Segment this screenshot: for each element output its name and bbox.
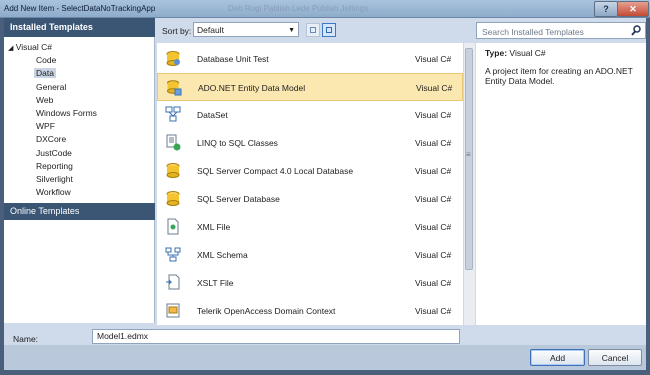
xslt-file-icon <box>166 274 180 290</box>
close-button[interactable]: ✕ <box>617 1 649 17</box>
tree-item-reporting[interactable]: Reporting <box>8 161 97 174</box>
template-language: Visual C# <box>415 138 452 148</box>
template-name: DataSet <box>197 110 228 120</box>
template-row-xml-file[interactable]: XML File Visual C# <box>157 213 463 241</box>
telerik-context-icon <box>166 303 180 318</box>
template-tree: ◢ Visual C# Code Data General Web Window… <box>8 42 97 200</box>
template-language: Visual C# <box>415 54 452 64</box>
template-language: Visual C# <box>415 166 452 176</box>
database-cylinder-icon <box>166 163 180 178</box>
medium-icons-view-button[interactable] <box>306 23 320 37</box>
template-name: ADO.NET Entity Data Model <box>198 83 306 93</box>
template-name: XSLT File <box>197 278 234 288</box>
sort-by-select[interactable]: Default ▼ <box>193 22 299 37</box>
tree-root-visual-csharp[interactable]: ◢ Visual C# <box>8 42 97 55</box>
template-row-linq-to-sql-classes[interactable]: LINQ to SQL Classes Visual C# <box>157 129 463 157</box>
template-name: SQL Server Compact 4.0 Local Database <box>197 166 354 176</box>
list-view-button[interactable] <box>322 23 336 37</box>
template-description: A project item for creating an ADO.NET E… <box>485 66 633 86</box>
installed-templates-header[interactable]: Installed Templates <box>4 18 155 37</box>
collapse-triangle-icon[interactable]: ◢ <box>8 45 13 52</box>
online-templates-header[interactable]: Online Templates <box>4 203 155 220</box>
template-language: Visual C# <box>416 83 453 93</box>
tree-item-code[interactable]: Code <box>8 55 97 68</box>
template-language: Visual C# <box>415 194 452 204</box>
scrollbar-grip-icon: ≡ <box>466 150 471 159</box>
search-icon[interactable] <box>631 25 641 36</box>
database-unit-test-icon <box>166 51 180 66</box>
add-button[interactable]: Add <box>530 349 585 366</box>
template-row-dataset[interactable]: DataSet Visual C# <box>157 101 463 129</box>
dropdown-arrow-icon: ▼ <box>288 27 295 34</box>
xml-file-icon <box>167 218 179 235</box>
search-placeholder: Search Installed Templates <box>482 27 584 37</box>
template-name: SQL Server Database <box>197 194 280 204</box>
sort-by-label: Sort by: <box>162 26 192 36</box>
template-language: Visual C# <box>415 278 452 288</box>
template-row-database-unit-test[interactable]: Database Unit Test Visual C# <box>157 45 463 73</box>
tree-item-general[interactable]: General <box>8 82 97 95</box>
template-name: XML Schema <box>197 250 248 260</box>
template-name: Telerik OpenAccess Domain Context <box>197 306 336 316</box>
tree-item-data[interactable]: Data <box>8 68 97 81</box>
name-label: Name: <box>13 334 39 344</box>
entity-data-model-icon <box>167 80 182 96</box>
tree-item-windows-forms[interactable]: Windows Forms <box>8 108 97 121</box>
template-language: Visual C# <box>415 222 452 232</box>
tree-item-dxcore[interactable]: DXCore <box>8 134 97 147</box>
list-view-icon <box>326 27 332 33</box>
tree-root-label: Visual C# <box>15 42 52 52</box>
name-input[interactable]: Model1.edmx <box>92 329 460 344</box>
template-language: Visual C# <box>415 110 452 120</box>
type-label: Type: <box>485 48 508 58</box>
template-language: Visual C# <box>415 306 452 316</box>
template-row-xslt-file[interactable]: XSLT File Visual C# <box>157 269 463 297</box>
dataset-icon <box>165 106 181 122</box>
template-name: Database Unit Test <box>197 54 269 64</box>
xml-schema-icon <box>165 247 181 262</box>
tree-item-silverlight[interactable]: Silverlight <box>8 174 97 187</box>
template-name: LINQ to SQL Classes <box>197 138 278 148</box>
template-row-sql-server-compact-local-database[interactable]: SQL Server Compact 4.0 Local Database Vi… <box>157 157 463 185</box>
template-language: Visual C# <box>415 250 452 260</box>
tree-item-wpf[interactable]: WPF <box>8 121 97 134</box>
tree-item-workflow[interactable]: Workflow <box>8 187 97 200</box>
help-button[interactable]: ? <box>594 1 618 17</box>
window-title: Add New Item - SelectDataNoTrackingApp <box>4 4 156 13</box>
template-name: XML File <box>197 222 231 232</box>
tree-item-web[interactable]: Web <box>8 95 97 108</box>
tree-item-justcode[interactable]: JustCode <box>8 148 97 161</box>
type-value: Visual C# <box>509 48 546 58</box>
template-row-sql-server-database[interactable]: SQL Server Database Visual C# <box>157 185 463 213</box>
template-row-ado-net-entity-data-model[interactable]: ADO.NET Entity Data Model Visual C# <box>157 73 463 101</box>
template-row-xml-schema[interactable]: XML Schema Visual C# <box>157 241 463 269</box>
grid-view-icon <box>310 27 316 33</box>
sort-by-value: Default <box>197 25 224 35</box>
cancel-button[interactable]: Cancel <box>588 349 642 366</box>
type-line: Type: Visual C# <box>485 48 546 58</box>
database-cylinder-icon <box>166 191 180 206</box>
background-menu-text: Deb Rugi Pablish Lede Publish Jettings <box>228 4 369 13</box>
scrollbar-thumb[interactable] <box>465 48 473 270</box>
template-row-telerik-openaccess-domain-context[interactable]: Telerik OpenAccess Domain Context Visual… <box>157 297 463 325</box>
linq-to-sql-icon <box>166 134 181 151</box>
